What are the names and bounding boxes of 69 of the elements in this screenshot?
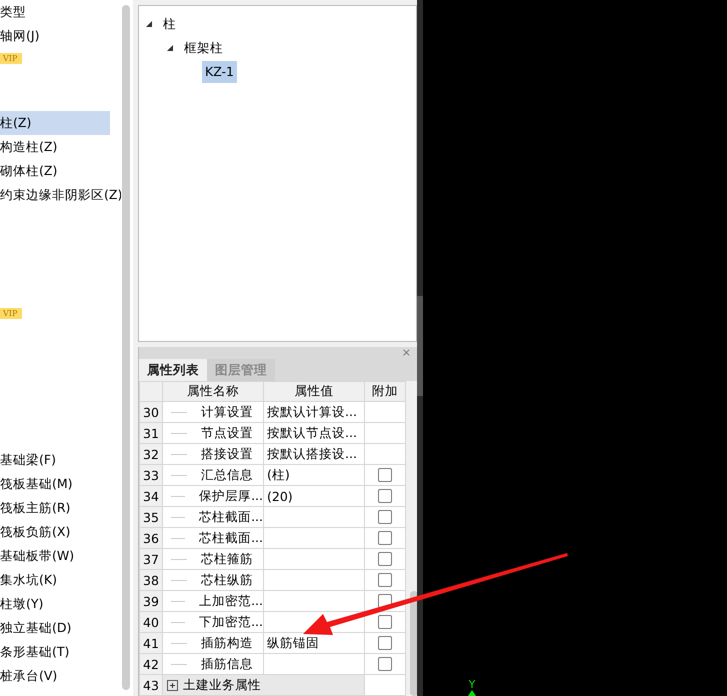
- property-name: 下加密范...: [199, 614, 262, 630]
- row-number: 38: [140, 570, 162, 590]
- sidebar-item[interactable]: 砌体柱(Z): [0, 159, 110, 183]
- expand-icon[interactable]: [167, 680, 178, 690]
- column-header: 附加: [364, 382, 406, 402]
- sidebar-item[interactable]: 筏板基础(M): [0, 472, 110, 496]
- sidebar-item[interactable]: 桩承台(V): [0, 664, 110, 688]
- sidebar-item[interactable]: 柱(Z): [0, 111, 110, 135]
- row-number: 32: [140, 444, 162, 464]
- row-number: 37: [140, 548, 162, 570]
- property-name: 插筋信息: [201, 656, 253, 672]
- property-name: 插筋构造: [201, 634, 253, 652]
- property-name: 汇总信息: [201, 466, 253, 484]
- property-value[interactable]: (柱): [264, 466, 290, 482]
- checkbox[interactable]: [378, 552, 392, 566]
- sidebar-item[interactable]: 独立基础(D): [0, 616, 110, 640]
- property-name: 搭接设置: [201, 446, 253, 462]
- sidebar-item[interactable]: 筏板负筋(X): [0, 520, 110, 544]
- checkbox[interactable]: [378, 531, 392, 545]
- checkbox[interactable]: [378, 636, 392, 650]
- vip-badge: VIP: [0, 308, 22, 319]
- checkbox[interactable]: [378, 510, 392, 524]
- property-name: 芯柱截面...: [199, 530, 262, 546]
- sidebar-item[interactable]: 类型: [0, 0, 110, 24]
- sidebar-item[interactable]: 集水坑(K): [0, 568, 110, 592]
- sidebar-item[interactable]: 轴网(J): [0, 24, 110, 48]
- axis-arrow-icon: [468, 690, 476, 696]
- row-number: 39: [140, 590, 162, 612]
- row-number: 40: [140, 612, 162, 632]
- axis-label: Y: [468, 680, 476, 690]
- sidebar-item[interactable]: 筏板主筋(R): [0, 496, 110, 520]
- sidebar-item[interactable]: 柱墩(Y): [0, 592, 110, 616]
- row-number: 42: [140, 654, 162, 674]
- property-name: 上加密范...: [199, 592, 262, 610]
- row-number: 35: [140, 506, 162, 528]
- tree-node[interactable]: 框架柱: [181, 37, 226, 59]
- scrollbar-thumb[interactable]: [122, 5, 130, 690]
- row-number: 36: [140, 528, 162, 548]
- checkbox[interactable]: [378, 468, 392, 482]
- sidebar-item[interactable]: 构造柱(Z): [0, 135, 110, 159]
- sidebar-item[interactable]: 基础梁(F): [0, 448, 110, 472]
- group-name: 土建业务属性: [183, 676, 261, 694]
- sidebar-item[interactable]: 约束边缘非阴影区(Z): [0, 183, 121, 207]
- collapse-triangle-icon[interactable]: [146, 21, 152, 27]
- checkbox[interactable]: [378, 489, 392, 503]
- panel-tab[interactable]: 属性列表: [139, 359, 207, 381]
- tree-node[interactable]: 柱: [160, 13, 179, 35]
- sidebar-item[interactable]: 条形基础(T): [0, 640, 110, 664]
- row-number: 33: [140, 464, 162, 486]
- row-number: 31: [140, 422, 162, 444]
- row-number: 34: [140, 486, 162, 506]
- row-number: 41: [140, 632, 162, 654]
- checkbox[interactable]: [378, 573, 392, 587]
- property-name: 芯柱纵筋: [201, 572, 253, 588]
- property-name: 计算设置: [201, 404, 253, 420]
- property-name: 芯柱截面...: [199, 508, 262, 526]
- property-name: 芯柱箍筋: [201, 550, 253, 568]
- column-header: 属性值: [264, 382, 364, 402]
- tree-node[interactable]: KZ-1: [202, 61, 238, 83]
- row-number: 30: [140, 402, 162, 422]
- column-header: 属性名称: [162, 382, 264, 402]
- property-name: 保护层厚...: [199, 488, 262, 504]
- checkbox[interactable]: [378, 657, 392, 671]
- collapse-triangle-icon[interactable]: [167, 45, 173, 51]
- row-number: 43: [140, 674, 162, 696]
- property-name: 节点设置: [201, 424, 253, 442]
- sidebar-item[interactable]: 基础板带(W): [0, 544, 110, 568]
- checkbox[interactable]: [378, 615, 392, 629]
- vip-badge: VIP: [0, 53, 22, 64]
